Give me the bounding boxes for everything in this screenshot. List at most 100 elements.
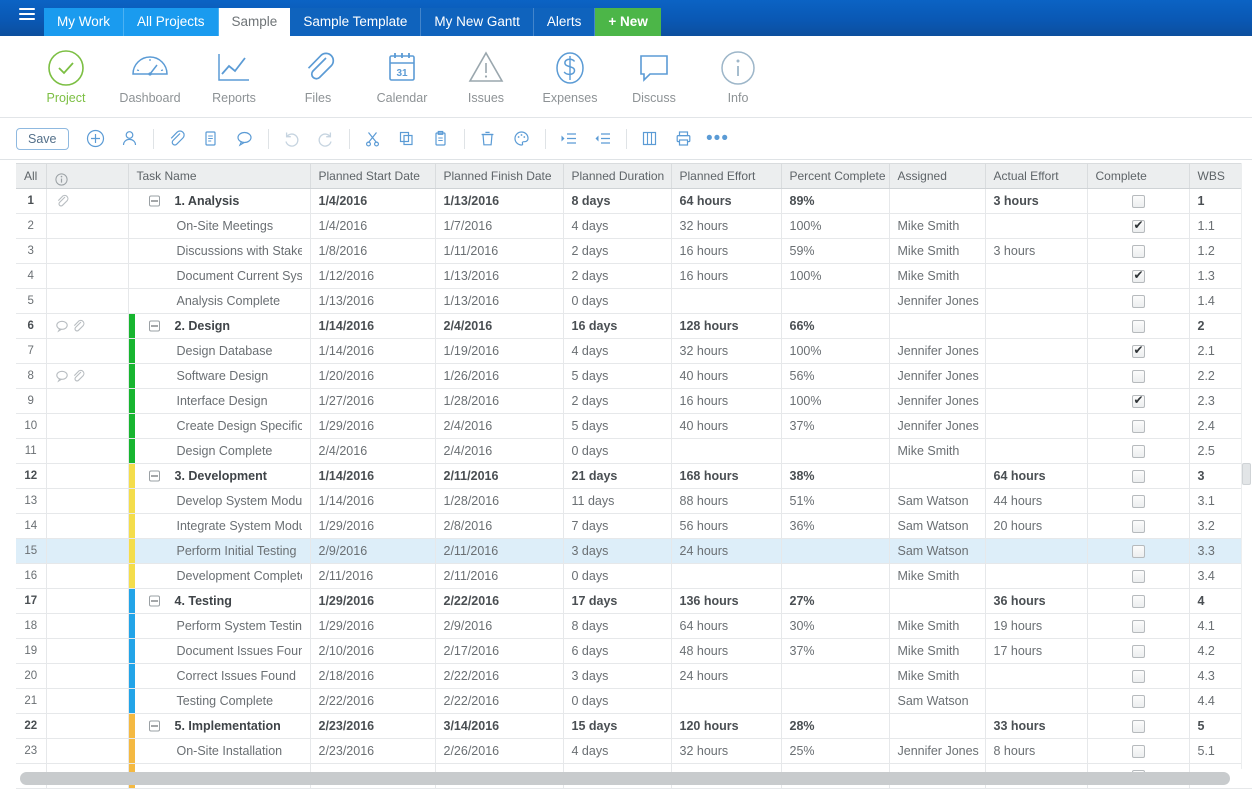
table-row[interactable]: 7 Design Database 1/14/2016 1/19/2016 4 days… (16, 338, 1252, 364)
add-person-icon[interactable] (113, 124, 147, 154)
complete-checkbox[interactable] (1131, 393, 1145, 409)
horizontal-scrollbar[interactable] (20, 772, 1230, 785)
task-name-cell[interactable]: Discussions with Stakeholders (128, 238, 311, 264)
complete-checkbox[interactable] (1131, 545, 1145, 559)
table-row[interactable]: 8 Software Design 1/20/2016 1/26/2016 5 days… (16, 363, 1252, 389)
table-row[interactable]: 1 1. Analysis 1/4/2016 1/13/2016 8 days 64 ho… (16, 188, 1252, 214)
table-row[interactable]: 15 Perform Initial Testing 2/9/2016 2/11/20… (16, 538, 1252, 564)
complete-checkbox[interactable] (1131, 720, 1145, 734)
tab-alerts[interactable]: Alerts (533, 8, 596, 36)
undo-icon[interactable] (275, 124, 309, 154)
module-files[interactable]: Files (276, 48, 360, 105)
task-name-cell[interactable]: On-Site Installation (128, 738, 311, 764)
palette-icon[interactable] (505, 124, 539, 154)
column-header-task-name[interactable]: Task Name (128, 163, 311, 189)
complete-checkbox[interactable] (1131, 218, 1145, 234)
task-name-cell[interactable]: Design Database (128, 338, 311, 364)
module-expenses[interactable]: Expenses (528, 48, 612, 105)
module-discuss[interactable]: Discuss (612, 48, 696, 105)
paperclip-icon[interactable] (71, 319, 85, 333)
comment-icon[interactable] (55, 369, 69, 383)
column-header-planned-duration[interactable]: Planned Duration (563, 163, 672, 189)
task-name-cell[interactable]: 2. Design (128, 313, 311, 339)
add-task-icon[interactable] (79, 124, 113, 154)
hamburger-menu-icon[interactable] (10, 0, 44, 36)
attach-icon[interactable] (160, 124, 194, 154)
complete-checkbox[interactable] (1131, 495, 1145, 509)
task-name-cell[interactable]: Correct Issues Found (128, 663, 311, 689)
table-row[interactable]: 6 2. Design 1/14/2016 2/4/2016 16 days 128 ho… (16, 313, 1252, 339)
collapse-toggle[interactable] (148, 595, 160, 607)
collapse-toggle[interactable] (148, 320, 160, 332)
column-header-planned-finish-date[interactable]: Planned Finish Date (435, 163, 564, 189)
task-name-cell[interactable]: Develop System Modules (128, 488, 311, 514)
module-issues[interactable]: Issues (444, 48, 528, 105)
task-name-cell[interactable]: 3. Development (128, 463, 311, 489)
complete-checkbox[interactable] (1131, 645, 1145, 659)
task-name-cell[interactable]: On-Site Meetings (128, 213, 311, 239)
complete-checkbox[interactable] (1131, 595, 1145, 609)
complete-checkbox[interactable] (1131, 670, 1145, 684)
table-row[interactable]: 3 Discussions with Stakeholders 1/8/20161/… (16, 238, 1252, 264)
redo-icon[interactable] (309, 124, 343, 154)
complete-checkbox[interactable] (1131, 520, 1145, 534)
task-name-cell[interactable]: 5. Implementation (128, 713, 311, 739)
table-row[interactable]: 20 Correct Issues Found 2/18/2016 2/22/2016… (16, 663, 1252, 689)
tab-all-projects[interactable]: All Projects (124, 8, 219, 36)
complete-checkbox[interactable] (1131, 370, 1145, 384)
task-name-cell[interactable]: Perform System Testing (128, 613, 311, 639)
column-header-planned-start-date[interactable]: Planned Start Date (310, 163, 436, 189)
task-name-cell[interactable]: Document Current Systems (128, 263, 311, 289)
table-row[interactable]: 11 Design Complete 2/4/2016 2/4/2016 0 days M… (16, 438, 1252, 464)
save-button[interactable]: Save (16, 127, 69, 150)
task-name-cell[interactable]: Integrate System Modules (128, 513, 311, 539)
table-row[interactable]: 10 Create Design Specifications 1/29/20162… (16, 413, 1252, 439)
task-name-cell[interactable]: Design Complete (128, 438, 311, 464)
complete-checkbox[interactable] (1131, 620, 1145, 634)
task-name-cell[interactable]: 1. Analysis (128, 188, 311, 214)
task-name-cell[interactable]: Document Issues Found (128, 638, 311, 664)
module-project[interactable]: Project (24, 48, 108, 105)
paperclip-icon[interactable] (71, 369, 85, 383)
complete-checkbox[interactable] (1131, 470, 1145, 484)
task-name-cell[interactable]: Development Complete (128, 563, 311, 589)
complete-checkbox[interactable] (1131, 320, 1145, 334)
module-calendar[interactable]: 31 Calendar (360, 48, 444, 105)
table-row[interactable]: 23 On-Site Installation 2/23/2016 2/26/2016… (16, 738, 1252, 764)
table-row[interactable]: 2 On-Site Meetings 1/4/2016 1/7/2016 4 days 3… (16, 213, 1252, 239)
module-info[interactable]: Info (696, 48, 780, 105)
column-header-all[interactable]: All (16, 163, 47, 189)
table-row[interactable]: 13 Develop System Modules 1/14/20161/28/20… (16, 488, 1252, 514)
tab-my-new-gantt[interactable]: My New Gantt (421, 8, 534, 36)
table-row[interactable]: 18 Perform System Testing 1/29/2016 2/9/201… (16, 613, 1252, 639)
column-header-actual-effort[interactable]: Actual Effort (985, 163, 1088, 189)
tab-new[interactable]: + New (595, 8, 661, 36)
copy-icon[interactable] (390, 124, 424, 154)
task-name-cell[interactable]: Create Design Specifications (128, 413, 311, 439)
delete-icon[interactable] (471, 124, 505, 154)
collapse-toggle[interactable] (148, 470, 160, 482)
notes-icon[interactable] (194, 124, 228, 154)
complete-checkbox[interactable] (1131, 245, 1145, 259)
task-name-cell[interactable]: Interface Design (128, 388, 311, 414)
comment-icon[interactable] (228, 124, 262, 154)
task-name-cell[interactable]: 4. Testing (128, 588, 311, 614)
module-reports[interactable]: Reports (192, 48, 276, 105)
collapse-toggle[interactable] (148, 195, 160, 207)
paste-icon[interactable] (424, 124, 458, 154)
task-name-cell[interactable]: Testing Complete (128, 688, 311, 714)
tab-my-work[interactable]: My Work (44, 8, 124, 36)
indent-icon[interactable] (552, 124, 586, 154)
more-icon[interactable]: ••• (701, 124, 735, 154)
table-row[interactable]: 14 Integrate System Modules 1/29/20162/8/2… (16, 513, 1252, 539)
cut-icon[interactable] (356, 124, 390, 154)
column-header-info[interactable] (46, 163, 129, 189)
column-header-assigned[interactable]: Assigned (889, 163, 986, 189)
table-row[interactable]: 19 Document Issues Found 2/10/2016 2/17/201… (16, 638, 1252, 664)
table-row[interactable]: 21 Testing Complete 2/22/2016 2/22/2016 0 da… (16, 688, 1252, 714)
module-dashboard[interactable]: Dashboard (108, 48, 192, 105)
complete-checkbox[interactable] (1131, 195, 1145, 209)
columns-icon[interactable] (633, 124, 667, 154)
complete-checkbox[interactable] (1131, 695, 1145, 709)
task-name-cell[interactable]: Perform Initial Testing (128, 538, 311, 564)
